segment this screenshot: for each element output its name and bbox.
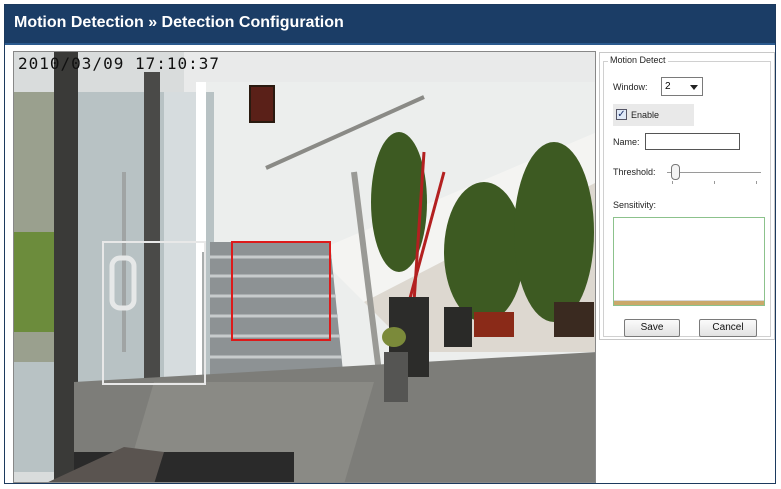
save-button[interactable]: Save: [624, 319, 680, 337]
slider-tick: [714, 181, 715, 184]
sensitivity-level-bar: [614, 300, 764, 305]
name-input[interactable]: [645, 133, 740, 150]
threshold-slider-thumb[interactable]: [671, 164, 680, 180]
sensitivity-label: Sensitivity:: [613, 200, 657, 210]
enable-row: ✓ Enable: [613, 104, 694, 126]
chevron-down-icon: [690, 85, 698, 90]
sensitivity-graph: [613, 217, 765, 306]
window-select[interactable]: 2: [661, 77, 703, 96]
enable-checkbox[interactable]: ✓: [616, 109, 627, 120]
video-timestamp: 2010/03/09 17:10:37: [18, 54, 221, 73]
cancel-button[interactable]: Cancel: [699, 319, 757, 337]
enable-label: Enable: [631, 110, 660, 120]
motion-detect-panel: Motion Detect Window: 2 ✓ Enable Name: T…: [599, 52, 775, 340]
motion-detect-fieldset: Motion Detect Window: 2 ✓ Enable Name: T…: [603, 55, 771, 337]
slider-tick: [672, 181, 673, 184]
app-window: Motion Detection » Detection Configurati…: [4, 4, 776, 484]
slider-tick: [756, 181, 757, 184]
page-title: Motion Detection » Detection Configurati…: [14, 14, 344, 31]
title-bar: Motion Detection » Detection Configurati…: [5, 5, 775, 45]
name-label: Name:: [613, 137, 640, 147]
detection-window-inactive[interactable]: [102, 241, 206, 385]
threshold-label: Threshold:: [613, 167, 656, 177]
threshold-slider-track[interactable]: [667, 172, 761, 173]
window-label: Window:: [613, 82, 648, 92]
detection-window-active[interactable]: [231, 241, 331, 341]
camera-view[interactable]: 2010/03/09 17:10:37: [13, 51, 596, 483]
fieldset-legend: Motion Detect: [608, 55, 668, 65]
window-select-value: 2: [665, 81, 671, 92]
